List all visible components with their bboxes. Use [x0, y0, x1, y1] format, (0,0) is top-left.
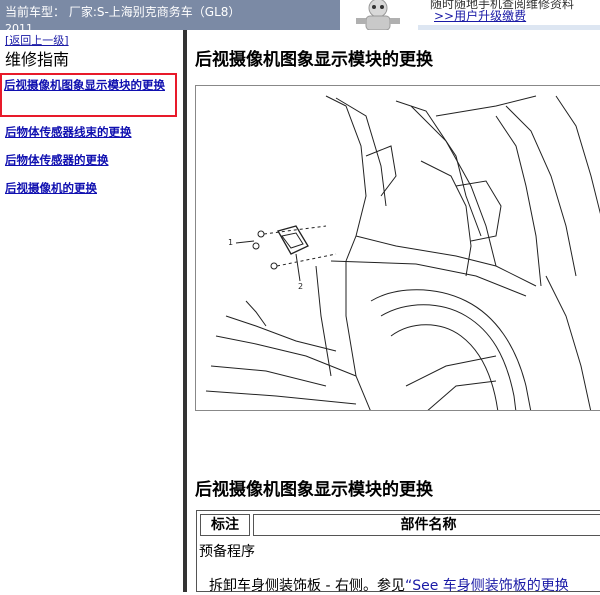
current-vehicle-label: 当前车型： 厂家:S-上海别克商务车（GL8） — [5, 5, 241, 19]
banner-strip — [418, 25, 600, 30]
rear-quarter-illustration: 1 2 — [205, 95, 600, 410]
page-title: 后视摄像机图象显示模块的更换 — [195, 50, 433, 70]
parts-table: 标注 部件名称 预备程序 拆卸车身侧装饰板 - 右侧。参见“See 车身侧装饰板… — [196, 510, 600, 595]
sidebar-item-display-module[interactable]: 后视摄像机图象显示模块的更换 — [4, 78, 174, 93]
callout-2: 2 — [298, 282, 303, 291]
section-title: 后视摄像机图象显示模块的更换 — [195, 480, 433, 500]
col-header-note: 标注 — [200, 514, 250, 536]
sidebar-title: 维修指南 — [5, 50, 70, 69]
sidebar-item-sensor[interactable]: 后物体传感器的更换 — [5, 153, 109, 168]
pre-procedure-label: 预备程序 — [199, 544, 255, 560]
upgrade-payment-link[interactable]: >>用户升级缴费 — [434, 7, 526, 24]
col-header-part: 部件名称 — [253, 514, 600, 536]
sidebar-item-sensor-harness[interactable]: 后物体传感器线束的更换 — [5, 125, 132, 140]
component-diagram: 1 2 — [195, 85, 600, 411]
vehicle-bar: 当前车型： 厂家:S-上海别克商务车（GL8） 2011 — [0, 0, 340, 35]
step-1: 拆卸车身侧装饰板 - 右侧。参见“See 车身侧装饰板的更换 — [209, 575, 569, 595]
sidebar-item-camera[interactable]: 后视摄像机的更换 — [5, 181, 97, 196]
mascot-icon — [348, 0, 408, 30]
pane-divider[interactable] — [183, 30, 187, 592]
callout-1: 1 — [228, 238, 233, 247]
